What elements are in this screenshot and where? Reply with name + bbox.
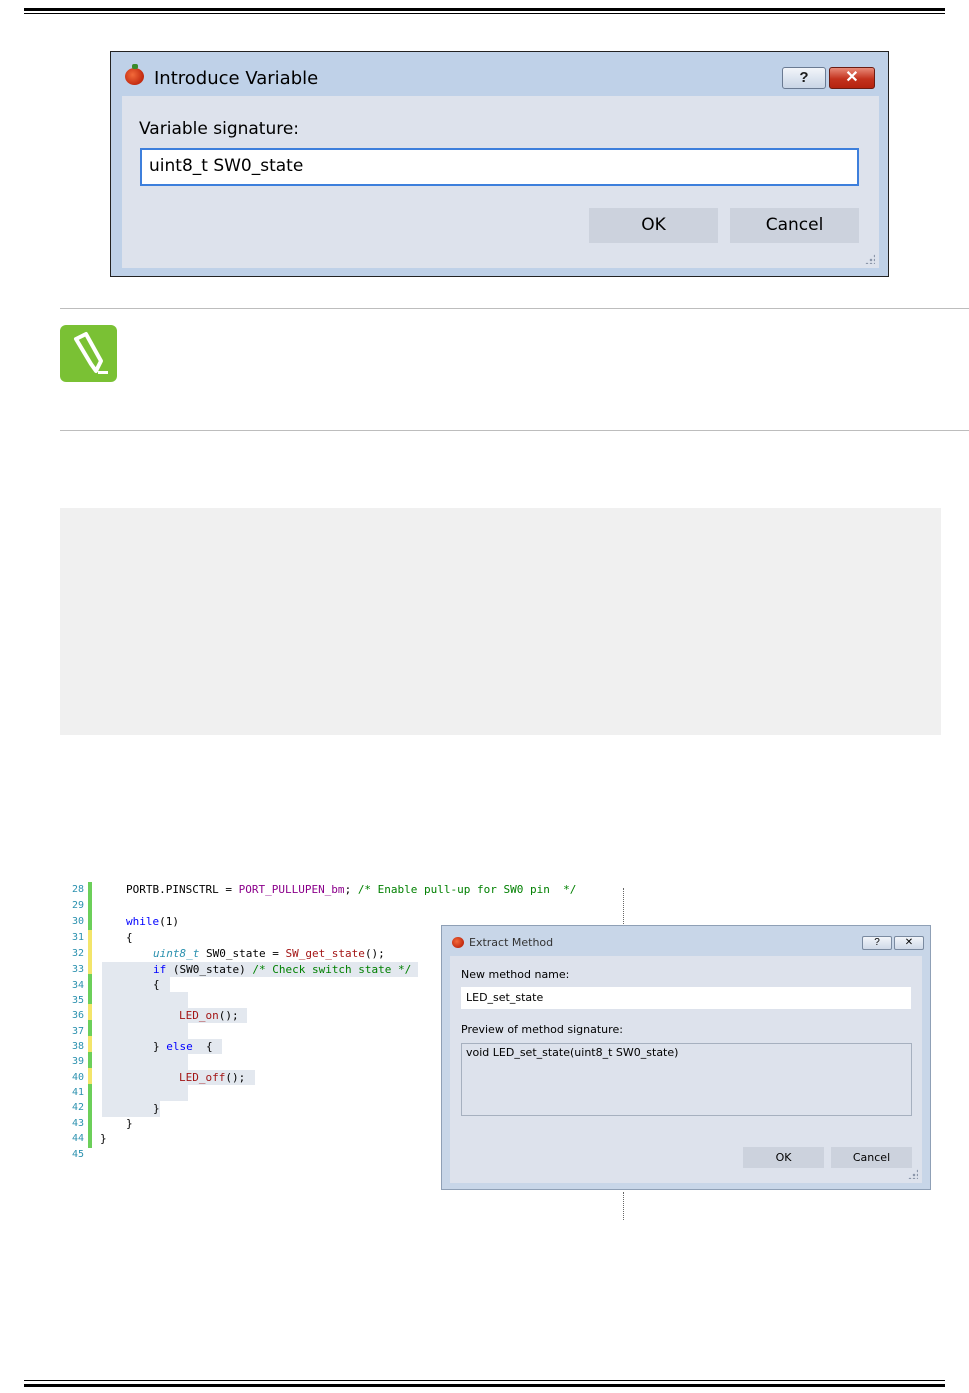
method-name-input[interactable]: LED_set_state [461,987,911,1009]
signature-preview-label: Preview of method signature: [461,1023,623,1036]
tomato-icon [125,64,144,85]
line-number: 37 [71,1026,84,1037]
change-marker-unsaved [88,1004,92,1020]
change-marker-saved [88,1020,92,1036]
code-line: PORTB.PINSCTRL = PORT_PULLUPEN_bm; /* En… [126,883,577,896]
line-number: 44 [71,1133,84,1144]
help-button[interactable]: ? [782,67,826,89]
line-number: 30 [71,916,84,927]
change-marker-unsaved [88,1036,92,1052]
tomato-icon [452,937,464,948]
note-divider-top [60,308,969,309]
change-marker-unsaved [88,1068,92,1084]
code-line: } [126,1117,133,1130]
line-number: 38 [71,1041,84,1052]
cancel-button[interactable]: Cancel [730,208,859,243]
variable-signature-label: Variable signature: [139,119,300,139]
line-number: 39 [71,1056,84,1067]
footer-rule [24,1384,945,1387]
line-number: 28 [71,884,84,895]
line-number: 35 [71,995,84,1006]
introduce-variable-dialog: Introduce Variable ? ✕ Variable signatur… [110,51,889,277]
dialog-body: Variable signature: uint8_t SW0_state OK… [122,96,879,268]
change-marker-saved [88,1052,92,1068]
line-number: 33 [71,964,84,975]
method-name-label: New method name: [461,968,570,981]
change-marker-saved [88,882,92,930]
code-line: LED_off(); [179,1071,246,1084]
close-button[interactable]: ✕ [829,67,875,89]
code-line: uint8_t SW0_state = SW_get_state(); [153,947,385,960]
dotted-guide [623,1192,624,1220]
code-line: LED_on(); [179,1009,239,1022]
header-rule-thin [24,13,945,14]
dotted-guide [623,888,624,924]
selection-highlight [102,1085,188,1101]
code-line: } [153,1102,160,1115]
dialog-title: Introduce Variable [154,68,319,89]
line-number: 40 [71,1072,84,1083]
footer-rule-thin [24,1380,945,1381]
code-line: if (SW0_state) /* Check switch state */ [153,963,412,976]
selection-highlight [102,1023,188,1039]
line-number: 31 [71,932,84,943]
dialog-titlebar: Introduce Variable ? ✕ [111,52,888,96]
note-pencil-icon [60,325,117,382]
dialog-title: Extract Method [469,936,554,949]
extract-method-dialog: Extract Method ? ✕ New method name: LED_… [441,925,931,1190]
line-number: 41 [71,1087,84,1098]
help-button[interactable]: ? [862,936,892,950]
line-number: 45 [71,1149,84,1160]
resize-grip-icon[interactable] [865,254,875,264]
close-button[interactable]: ✕ [894,936,924,950]
cancel-button[interactable]: Cancel [831,1147,912,1168]
code-block [60,508,941,735]
code-line: { [153,978,160,991]
selection-highlight [102,1054,188,1070]
code-line: while(1) [126,915,179,928]
dialog-body: New method name: LED_set_state Preview o… [450,956,922,1183]
line-number: 43 [71,1118,84,1129]
variable-signature-input[interactable]: uint8_t SW0_state [140,148,859,186]
line-number: 42 [71,1102,84,1113]
change-marker-saved [88,1084,92,1148]
change-marker-unsaved [88,930,92,974]
change-marker-saved [88,974,92,1004]
ok-button[interactable]: OK [743,1147,824,1168]
ok-button[interactable]: OK [589,208,718,243]
code-line: { [126,931,133,944]
selection-highlight [102,977,170,992]
line-number: 32 [71,948,84,959]
resize-grip-icon[interactable] [908,1169,918,1179]
code-line: } else { [153,1040,213,1053]
line-number: 29 [71,900,84,911]
header-rule [24,8,945,11]
signature-preview-box: void LED_set_state(uint8_t SW0_state) [461,1043,912,1116]
note-divider-bottom [60,430,969,431]
code-line: } [100,1132,107,1145]
line-number: 36 [71,1010,84,1021]
selection-highlight [102,1101,160,1117]
line-number: 34 [71,980,84,991]
